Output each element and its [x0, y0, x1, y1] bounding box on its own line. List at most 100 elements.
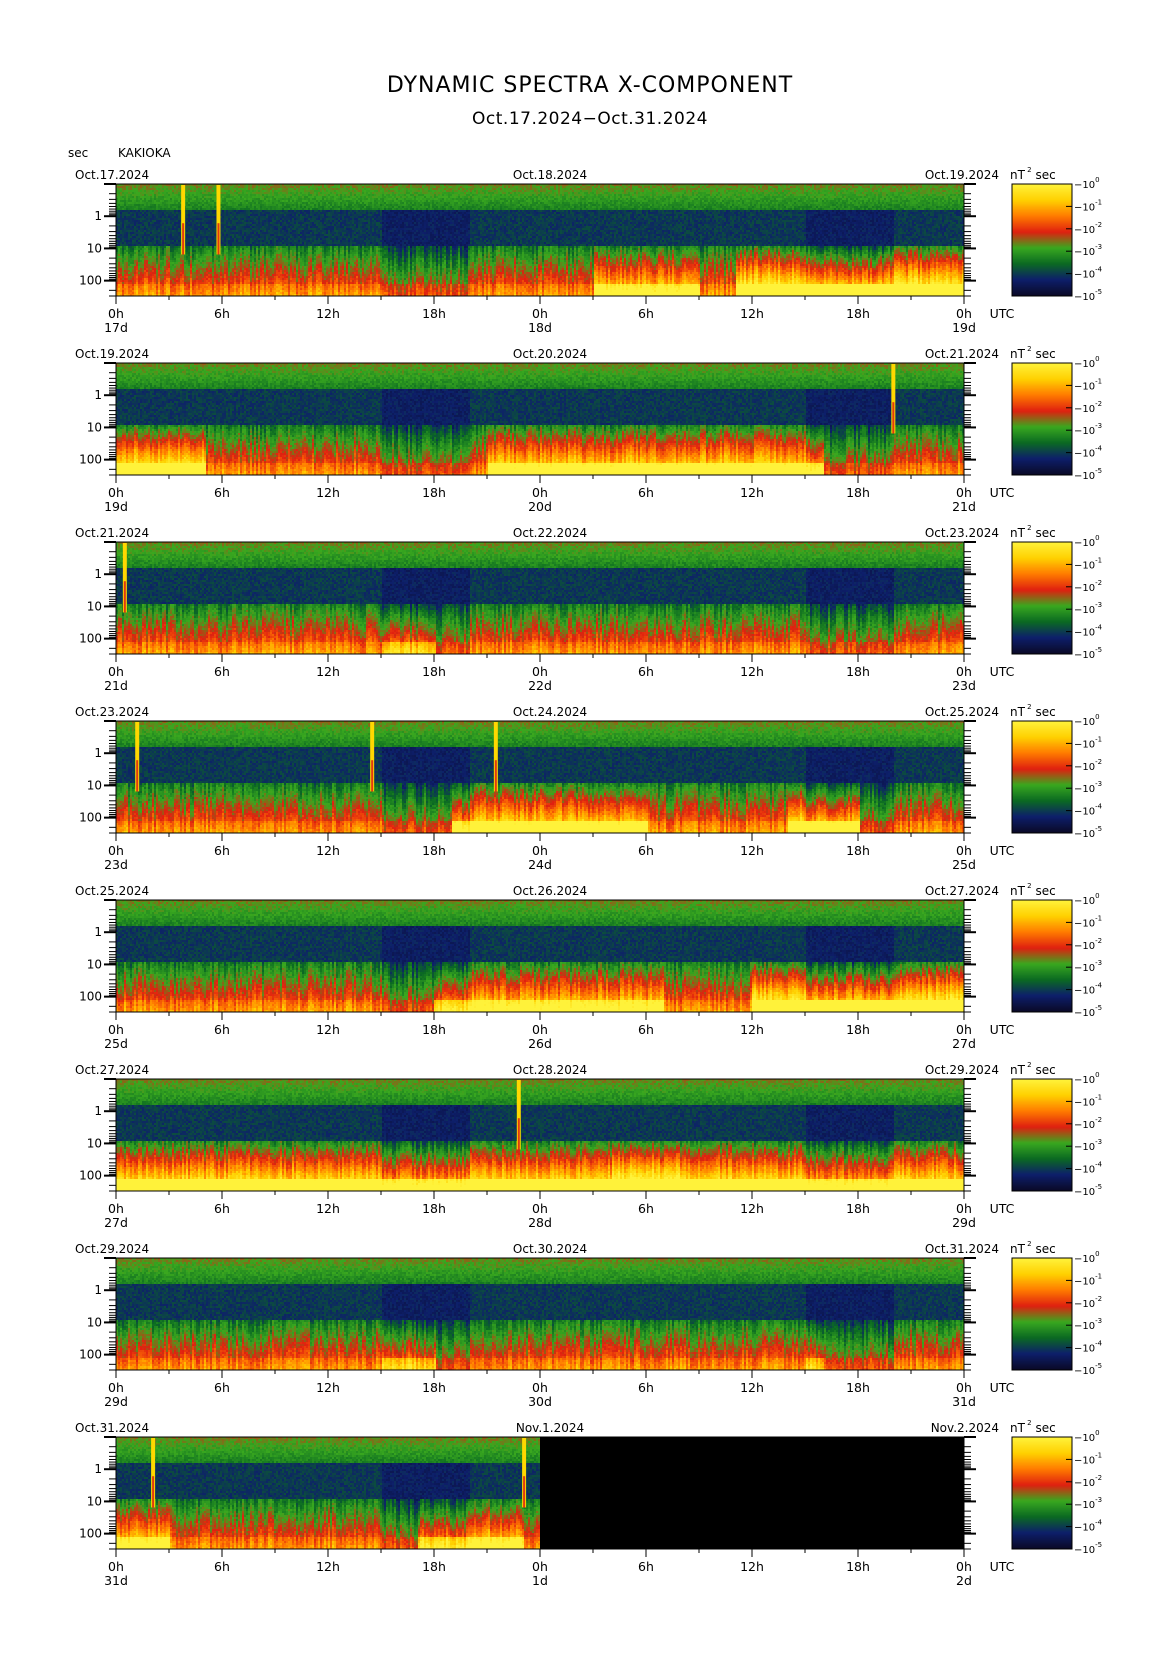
- utc-label: UTC: [990, 1380, 1015, 1395]
- colorbar-tick-label: −10-5: [1074, 1541, 1102, 1556]
- x-tick-label: 0h: [956, 306, 972, 321]
- panel-date-left: Oct.25.2024: [75, 884, 149, 898]
- colorbar-tick-label: −10-2: [1074, 1295, 1102, 1310]
- y-tick-label: 1: [94, 1283, 102, 1297]
- chart-subtitle: Oct.17.2024−Oct.31.2024: [472, 109, 708, 129]
- x-tick-label: 12h: [316, 1559, 340, 1574]
- colorbar-tick-label: −10-1: [1074, 914, 1102, 929]
- x-tick-label: 12h: [740, 1201, 764, 1216]
- day-label: 29d: [952, 1215, 976, 1230]
- colorbar-tick-label: −10-3: [1074, 422, 1102, 437]
- x-tick-label: 12h: [740, 485, 764, 500]
- day-label: 30d: [528, 1394, 552, 1409]
- y-tick-label: 1: [94, 388, 102, 402]
- impulse-spike-core: [523, 1476, 526, 1508]
- y-tick-label: 100: [79, 1527, 102, 1541]
- x-tick-label: 0h: [108, 1380, 124, 1395]
- x-tick-label: 18h: [422, 1201, 446, 1216]
- colorbar-tick-label: −100: [1074, 1071, 1100, 1086]
- panels: Oct.17.2024 Oct.18.2024 Oct.19.2024 1 10 100 0…: [75, 166, 1103, 1588]
- x-tick-label: 0h: [532, 1380, 548, 1395]
- impulse-spike-core: [892, 402, 895, 434]
- panel-date-right: Oct.27.2024: [925, 884, 999, 898]
- x-tick-label: 12h: [316, 485, 340, 500]
- y-unit-label: sec: [68, 146, 88, 160]
- day-label: 28d: [528, 1215, 552, 1230]
- colorbar-unit: nT 2 sec: [1010, 1419, 1056, 1435]
- x-tick-label: 6h: [638, 485, 654, 500]
- day-label: 21d: [104, 678, 128, 693]
- colorbar-tick-label: −10-2: [1074, 758, 1102, 773]
- y-tick-label: 100: [79, 1348, 102, 1362]
- day-label: 23d: [104, 857, 128, 872]
- x-tick-label: 18h: [422, 1022, 446, 1037]
- colorbar-tick-label: −10-5: [1074, 1183, 1102, 1198]
- colorbar-tick-label: −10-1: [1074, 1093, 1102, 1108]
- utc-label: UTC: [990, 1559, 1015, 1574]
- colorbar-tick-label: −10-3: [1074, 1317, 1102, 1332]
- spectrogram-panel: Oct.19.2024 Oct.20.2024 Oct.21.2024 1 10 100 0…: [75, 345, 1103, 514]
- panel-date-mid: Oct.30.2024: [513, 1242, 587, 1256]
- y-tick-label: 10: [87, 420, 102, 434]
- day-label: 18d: [528, 320, 552, 335]
- colorbar-tick-label: −100: [1074, 534, 1100, 549]
- panel-date-mid: Oct.20.2024: [513, 347, 587, 361]
- spectrogram-panel: Oct.17.2024 Oct.18.2024 Oct.19.2024 1 10 100 0…: [75, 166, 1103, 335]
- colorbar: [1012, 1437, 1072, 1549]
- x-tick-label: 0h: [532, 1201, 548, 1216]
- colorbar-tick-label: −10-2: [1074, 1474, 1102, 1489]
- panel-date-left: Oct.29.2024: [75, 1242, 149, 1256]
- x-tick-label: 0h: [532, 1022, 548, 1037]
- x-tick-label: 0h: [532, 843, 548, 858]
- x-tick-label: 6h: [638, 306, 654, 321]
- spectrogram-image: [116, 363, 964, 475]
- colorbar-tick-label: −100: [1074, 176, 1100, 191]
- spectrogram-panel: Oct.23.2024 Oct.24.2024 Oct.25.2024 1 10 100 0…: [75, 703, 1103, 872]
- day-label: 24d: [528, 857, 552, 872]
- colorbar-tick-label: −10-3: [1074, 1496, 1102, 1511]
- x-tick-label: 12h: [316, 1201, 340, 1216]
- x-tick-label: 6h: [638, 1201, 654, 1216]
- chart-title: DYNAMIC SPECTRA X-COMPONENT: [387, 73, 793, 98]
- colorbar-tick-label: −10-3: [1074, 243, 1102, 258]
- impulse-spike-core: [136, 760, 139, 792]
- panel-date-mid: Oct.26.2024: [513, 884, 587, 898]
- colorbar-tick-label: −10-2: [1074, 221, 1102, 236]
- impulse-spike-core: [152, 1476, 155, 1508]
- panel-date-right: Oct.31.2024: [925, 1242, 999, 1256]
- colorbar-tick-label: −10-2: [1074, 937, 1102, 952]
- colorbar-tick-label: −10-1: [1074, 735, 1102, 750]
- x-tick-label: 0h: [108, 306, 124, 321]
- x-tick-label: 12h: [740, 1380, 764, 1395]
- y-tick-label: 10: [87, 1136, 102, 1150]
- panel-date-left: Oct.31.2024: [75, 1421, 149, 1435]
- utc-label: UTC: [990, 843, 1015, 858]
- panel-date-left: Oct.17.2024: [75, 168, 149, 182]
- panel-date-left: Oct.19.2024: [75, 347, 149, 361]
- x-tick-label: 0h: [532, 306, 548, 321]
- x-tick-label: 0h: [532, 1559, 548, 1574]
- impulse-spike-core: [217, 223, 220, 255]
- colorbar: [1012, 1258, 1072, 1370]
- panel-date-left: Oct.27.2024: [75, 1063, 149, 1077]
- y-tick-label: 100: [79, 990, 102, 1004]
- x-tick-label: 18h: [846, 1022, 870, 1037]
- panel-date-left: Oct.21.2024: [75, 526, 149, 540]
- impulse-spike-core: [123, 581, 126, 613]
- x-tick-label: 12h: [316, 306, 340, 321]
- x-tick-label: 0h: [108, 485, 124, 500]
- colorbar-tick-label: −100: [1074, 355, 1100, 370]
- x-tick-label: 6h: [214, 1380, 230, 1395]
- y-tick-label: 10: [87, 1315, 102, 1329]
- x-tick-label: 0h: [956, 843, 972, 858]
- x-tick-label: 18h: [846, 1559, 870, 1574]
- panel-date-right: Oct.29.2024: [925, 1063, 999, 1077]
- x-tick-label: 18h: [846, 1201, 870, 1216]
- x-tick-label: 18h: [422, 485, 446, 500]
- colorbar-unit: nT 2 sec: [1010, 703, 1056, 719]
- panel-date-right: Oct.19.2024: [925, 168, 999, 182]
- x-tick-label: 0h: [108, 1022, 124, 1037]
- colorbar: [1012, 900, 1072, 1012]
- x-tick-label: 6h: [638, 843, 654, 858]
- y-tick-label: 100: [79, 632, 102, 646]
